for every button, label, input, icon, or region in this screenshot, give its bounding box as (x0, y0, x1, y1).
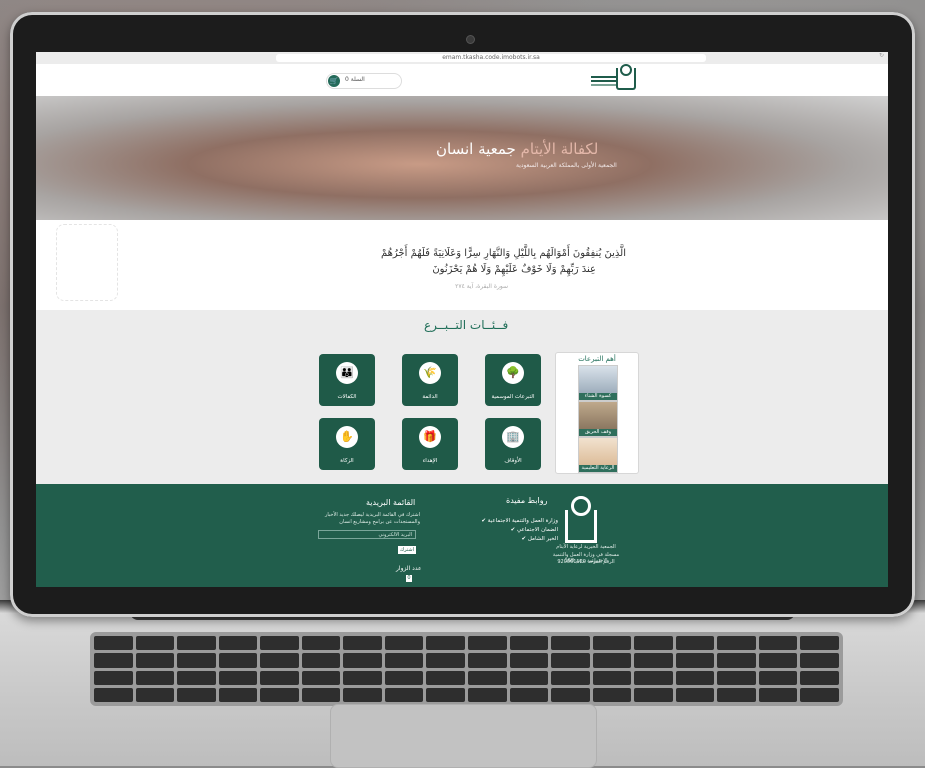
touchpad (330, 704, 597, 768)
visitors-count: 0 (406, 575, 412, 582)
hand-coins-icon: ✋ (336, 426, 358, 448)
featured-title: أهم التبرعات (578, 355, 616, 363)
footer-link-label: وزارة العمل والتنمية الاجتماعية (487, 518, 558, 524)
keyboard (90, 632, 843, 706)
email-input[interactable]: البريد الالكتروني (318, 530, 416, 539)
featured-item-label: كسوة الشتاء (579, 393, 617, 400)
hero-title-accent: لكفالة الأيتام (520, 140, 599, 158)
category-label: الكفالات (337, 394, 357, 400)
categories-title: فــئــات التــبــرع (424, 318, 509, 332)
cart-button[interactable]: 🛒 السلة 0 (326, 73, 402, 89)
footer-link[interactable]: ✔ الخير الشامل (522, 536, 558, 542)
footer-logo-caption: الجمعية الخيرية لرعاية الأيتام (556, 544, 616, 550)
category-label: الدائمة (422, 394, 438, 400)
category-label: الإهداء (422, 458, 438, 464)
site-header: 🛒 السلة 0 (36, 64, 888, 97)
hero-banner: لكفالة الأيتام جمعية انسان الجمعية الأول… (36, 96, 888, 226)
address-bar[interactable]: emam.tkasha.code.imobots.ir.sa (276, 54, 706, 62)
category-tile[interactable]: ✋ الزكاة (319, 418, 375, 470)
calligraphy-watermark (56, 224, 118, 301)
featured-donations: أهم التبرعات كسوة الشتاء وقف الحريق الرع… (555, 352, 639, 474)
tree-icon: 🌳 (502, 362, 524, 384)
newsletter-description: اشترك في القائمة البريدية ليصلك جديد الأ… (324, 512, 420, 525)
featured-item[interactable]: كسوة الشتاء (578, 365, 618, 401)
logo-circle-icon (620, 64, 632, 76)
wheat-icon: 🌾 (419, 362, 441, 384)
subscribe-button[interactable]: اشترك (398, 546, 416, 554)
site-logo[interactable] (591, 64, 636, 94)
footer-link[interactable]: ✔ الضمان الاجتماعي (511, 527, 558, 533)
footer-link-label: الضمان الاجتماعي (516, 527, 558, 533)
visitors-title: عدد الزوار (396, 565, 422, 572)
cart-label: السلة 0 (345, 76, 365, 83)
category-tile[interactable]: 🌾 الدائمة (402, 354, 458, 406)
category-label: الزكاة (340, 458, 354, 464)
category-tile[interactable]: 🎁 الإهداء (402, 418, 458, 470)
featured-item-label: وقف الحريق (579, 429, 617, 436)
category-tile[interactable]: 👪 الكفالات (319, 354, 375, 406)
featured-item-label: الرعاية التعليمية (579, 465, 617, 472)
footer-link[interactable]: ✔ وزارة العمل والتنمية الاجتماعية (481, 518, 558, 524)
category-label: الأوقاف (504, 458, 522, 464)
family-icon: 👪 (336, 362, 358, 384)
footer-link-label: الخير الشامل (527, 536, 558, 542)
gift-icon: 🎁 (419, 426, 441, 448)
camera-icon (466, 35, 475, 44)
quote-line-1: الَّذِينَ يُنفِقُونَ أَمْوَالَهُم بِاللَ… (380, 248, 626, 259)
footer-logo (561, 496, 601, 543)
quote-line-2: عِندَ رَبِّهِمْ وَلَا خَوْفٌ عَلَيْهِمْ … (432, 264, 596, 275)
newsletter-title: القائمة البريدية (366, 498, 416, 507)
category-label: التبرعات الموسمية (491, 394, 535, 400)
featured-item[interactable]: الرعاية التعليمية (578, 437, 618, 473)
site-footer: الجمعية الخيرية لرعاية الأيتام مسجلة في … (36, 484, 888, 587)
donation-categories: فــئــات التــبــرع 👪 الكفالات 🌾 الدائمة… (36, 310, 888, 484)
category-tile[interactable]: 🏢 الأوقاف (485, 418, 541, 470)
hero-subtitle: الجمعية الأولى بالمملكة العربية السعودية (516, 162, 617, 169)
logo-wordmark (591, 76, 618, 78)
footer-unified-number: الرقم الموحد 920001120 (557, 559, 615, 565)
logo-house-icon (565, 510, 597, 543)
reload-icon[interactable]: ↻ (879, 52, 884, 59)
useful-links-title: روابط مفيدة (506, 496, 548, 505)
quote-section: الَّذِينَ يُنفِقُونَ أَمْوَالَهُم بِاللَ… (36, 220, 888, 310)
browser-screen: emam.tkasha.code.imobots.ir.sa ↻ 🛒 السلة… (36, 52, 888, 587)
category-tile[interactable]: 🌳 التبرعات الموسمية (485, 354, 541, 406)
cart-icon: 🛒 (328, 75, 340, 87)
quote-reference: سورة البقرة، آية ٢٧٤ (455, 283, 508, 290)
building-icon: 🏢 (502, 426, 524, 448)
hero-title: لكفالة الأيتام جمعية انسان (436, 140, 598, 158)
featured-item[interactable]: وقف الحريق (578, 401, 618, 437)
hero-title-main: جمعية انسان (436, 140, 516, 158)
